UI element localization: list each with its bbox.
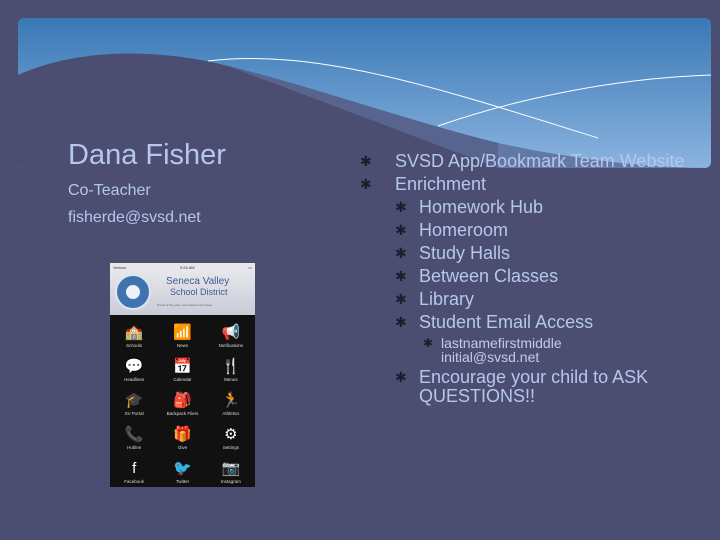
- bullet-icon: ✱: [395, 222, 407, 238]
- contact-name: Dana Fisher: [68, 139, 226, 171]
- notifications-icon: 📢: [221, 324, 241, 341]
- app-tile-label: News: [176, 343, 189, 348]
- app-tile-label: Athletics: [222, 411, 240, 416]
- calendar-icon: 📅: [173, 358, 192, 375]
- bullet-item: ✱ Study Halls: [355, 244, 720, 263]
- contact-email[interactable]: fisherde@svsd.net: [68, 209, 226, 227]
- app-tile[interactable]: 📞 Hotline: [110, 421, 158, 455]
- time-label: 9:26 AM: [179, 264, 195, 270]
- battery-icon: ▭: [248, 264, 252, 270]
- app-tile-label: SV Portal: [124, 411, 144, 416]
- app-tile-label: Headlines: [124, 377, 145, 382]
- bullet-icon: ✱: [395, 268, 407, 284]
- contact-role: Co-Teacher: [68, 182, 151, 199]
- bullet-text: lastnamefirstmiddle initial@svsd.net: [441, 335, 562, 365]
- app-tile[interactable]: ⚙ Settings: [207, 421, 255, 455]
- bullet-item: ✱ lastnamefirstmiddle initial@svsd.net: [355, 336, 641, 364]
- app-tile[interactable]: 🏫 Schools: [110, 319, 158, 353]
- app-tile[interactable]: f Facebook: [110, 455, 158, 487]
- app-tile-label: Schools: [126, 343, 143, 348]
- bullet-icon: ✱: [395, 291, 407, 307]
- brand-line2: School District: [170, 287, 228, 297]
- bullet-icon: ✱: [360, 176, 372, 192]
- headlines-icon: 💬: [124, 358, 144, 375]
- app-tile[interactable]: 📅 Calendar: [158, 353, 206, 387]
- app-grid: 🏫 Schools 📶 News 📢 Notifications 💬 Headlines 📅 Ca…: [110, 315, 255, 487]
- app-screenshot: Verizon 9:26 AM ▭ Seneca Valley School D…: [110, 263, 255, 487]
- bullet-text: Enrichment: [395, 174, 487, 194]
- sv-portal-icon: 🎓: [124, 392, 144, 409]
- app-tile[interactable]: 🐦 Twitter: [158, 455, 206, 487]
- district-seal-icon: [115, 274, 151, 310]
- bullet-item: ✱ Encourage your child to ASK QUESTIONS!!: [355, 368, 720, 406]
- carrier-label: Verizon: [113, 264, 127, 270]
- app-tile-label: Backpack Fliers: [166, 411, 199, 416]
- bullet-item: ✱ Homework Hub: [355, 198, 720, 217]
- hotline-icon: 📞: [124, 426, 144, 443]
- app-tile[interactable]: 🎁 Give: [158, 421, 206, 455]
- bullet-text: Between Classes: [419, 266, 559, 286]
- bullet-item: ✱ Between Classes: [355, 267, 720, 286]
- app-tile[interactable]: 🏃 Athletics: [207, 387, 255, 421]
- app-tile[interactable]: 🎓 SV Portal: [110, 387, 158, 421]
- bullet-text: Student Email Access: [419, 312, 594, 332]
- phone-status-bar: Verizon 9:26 AM ▭: [110, 263, 255, 271]
- bullet-text: SVSD App/Bookmark Team Website: [395, 151, 685, 171]
- app-tile[interactable]: 🎒 Backpack Fliers: [158, 387, 206, 421]
- bullet-item: ✱ Student Email Access: [355, 313, 720, 332]
- settings-icon: ⚙: [224, 426, 238, 443]
- bullet-icon: ✱: [423, 336, 434, 350]
- bullet-icon: ✱: [360, 153, 372, 169]
- menus-icon: 🍴: [221, 358, 241, 375]
- bullet-item: ✱ Enrichment: [355, 175, 685, 194]
- app-header: Seneca Valley School District Proud of t…: [110, 271, 255, 315]
- app-tile[interactable]: 🍴 Menus: [207, 353, 255, 387]
- bullet-text: Encourage your child to ASK QUESTIONS!!: [419, 367, 649, 406]
- app-tile-label: Settings: [222, 445, 239, 450]
- bullet-icon: ✱: [395, 369, 407, 385]
- app-tile-label: Instagram: [220, 479, 241, 484]
- bullet-item: ✱ SVSD App/Bookmark Team Website: [355, 152, 685, 171]
- instagram-icon: 📷: [221, 460, 241, 477]
- bullet-icon: ✱: [395, 314, 407, 330]
- app-tile-label: Hotline: [127, 445, 142, 450]
- facebook-icon: f: [132, 460, 137, 477]
- schools-icon: 🏫: [124, 324, 144, 341]
- brand-line1: Seneca Valley: [166, 276, 230, 287]
- app-tile[interactable]: 📶 News: [158, 319, 206, 353]
- app-tile[interactable]: 📷 Instagram: [207, 455, 255, 487]
- app-tile-label: Calendar: [173, 377, 192, 382]
- bullet-text: Library: [419, 289, 475, 309]
- bullet-text: Study Halls: [419, 243, 511, 263]
- give-icon: 🎁: [173, 426, 192, 443]
- app-tile-label: Facebook: [124, 479, 145, 484]
- news-icon: 📶: [173, 324, 192, 341]
- bullet-text: Homework Hub: [419, 197, 544, 217]
- bullet-icon: ✱: [395, 199, 407, 215]
- bullet-item: ✱ Homeroom: [355, 221, 720, 240]
- app-tile-label: Give: [177, 445, 188, 450]
- app-tile[interactable]: 📢 Notifications: [207, 319, 255, 353]
- app-tile-label: Twitter: [175, 479, 190, 484]
- backpack-fliers-icon: 🎒: [173, 392, 192, 409]
- twitter-icon: 🐦: [173, 460, 192, 477]
- bullet-list: ✱ SVSD App/Bookmark Team Website ✱ Enrichme…: [355, 152, 720, 410]
- athletics-icon: 🏃: [221, 392, 241, 409]
- tagline: Proud of the past, committed to the futu…: [157, 303, 213, 307]
- bullet-text: Homeroom: [419, 220, 509, 240]
- bullet-item: ✱ Library: [355, 290, 720, 309]
- app-tile-label: Menus: [224, 377, 238, 382]
- app-tile-label: Notifications: [218, 343, 244, 348]
- bullet-icon: ✱: [395, 245, 407, 261]
- app-tile[interactable]: 💬 Headlines: [110, 353, 158, 387]
- contact-block: Dana Fisher Co-Teacher fisherde@svsd.net: [68, 138, 226, 227]
